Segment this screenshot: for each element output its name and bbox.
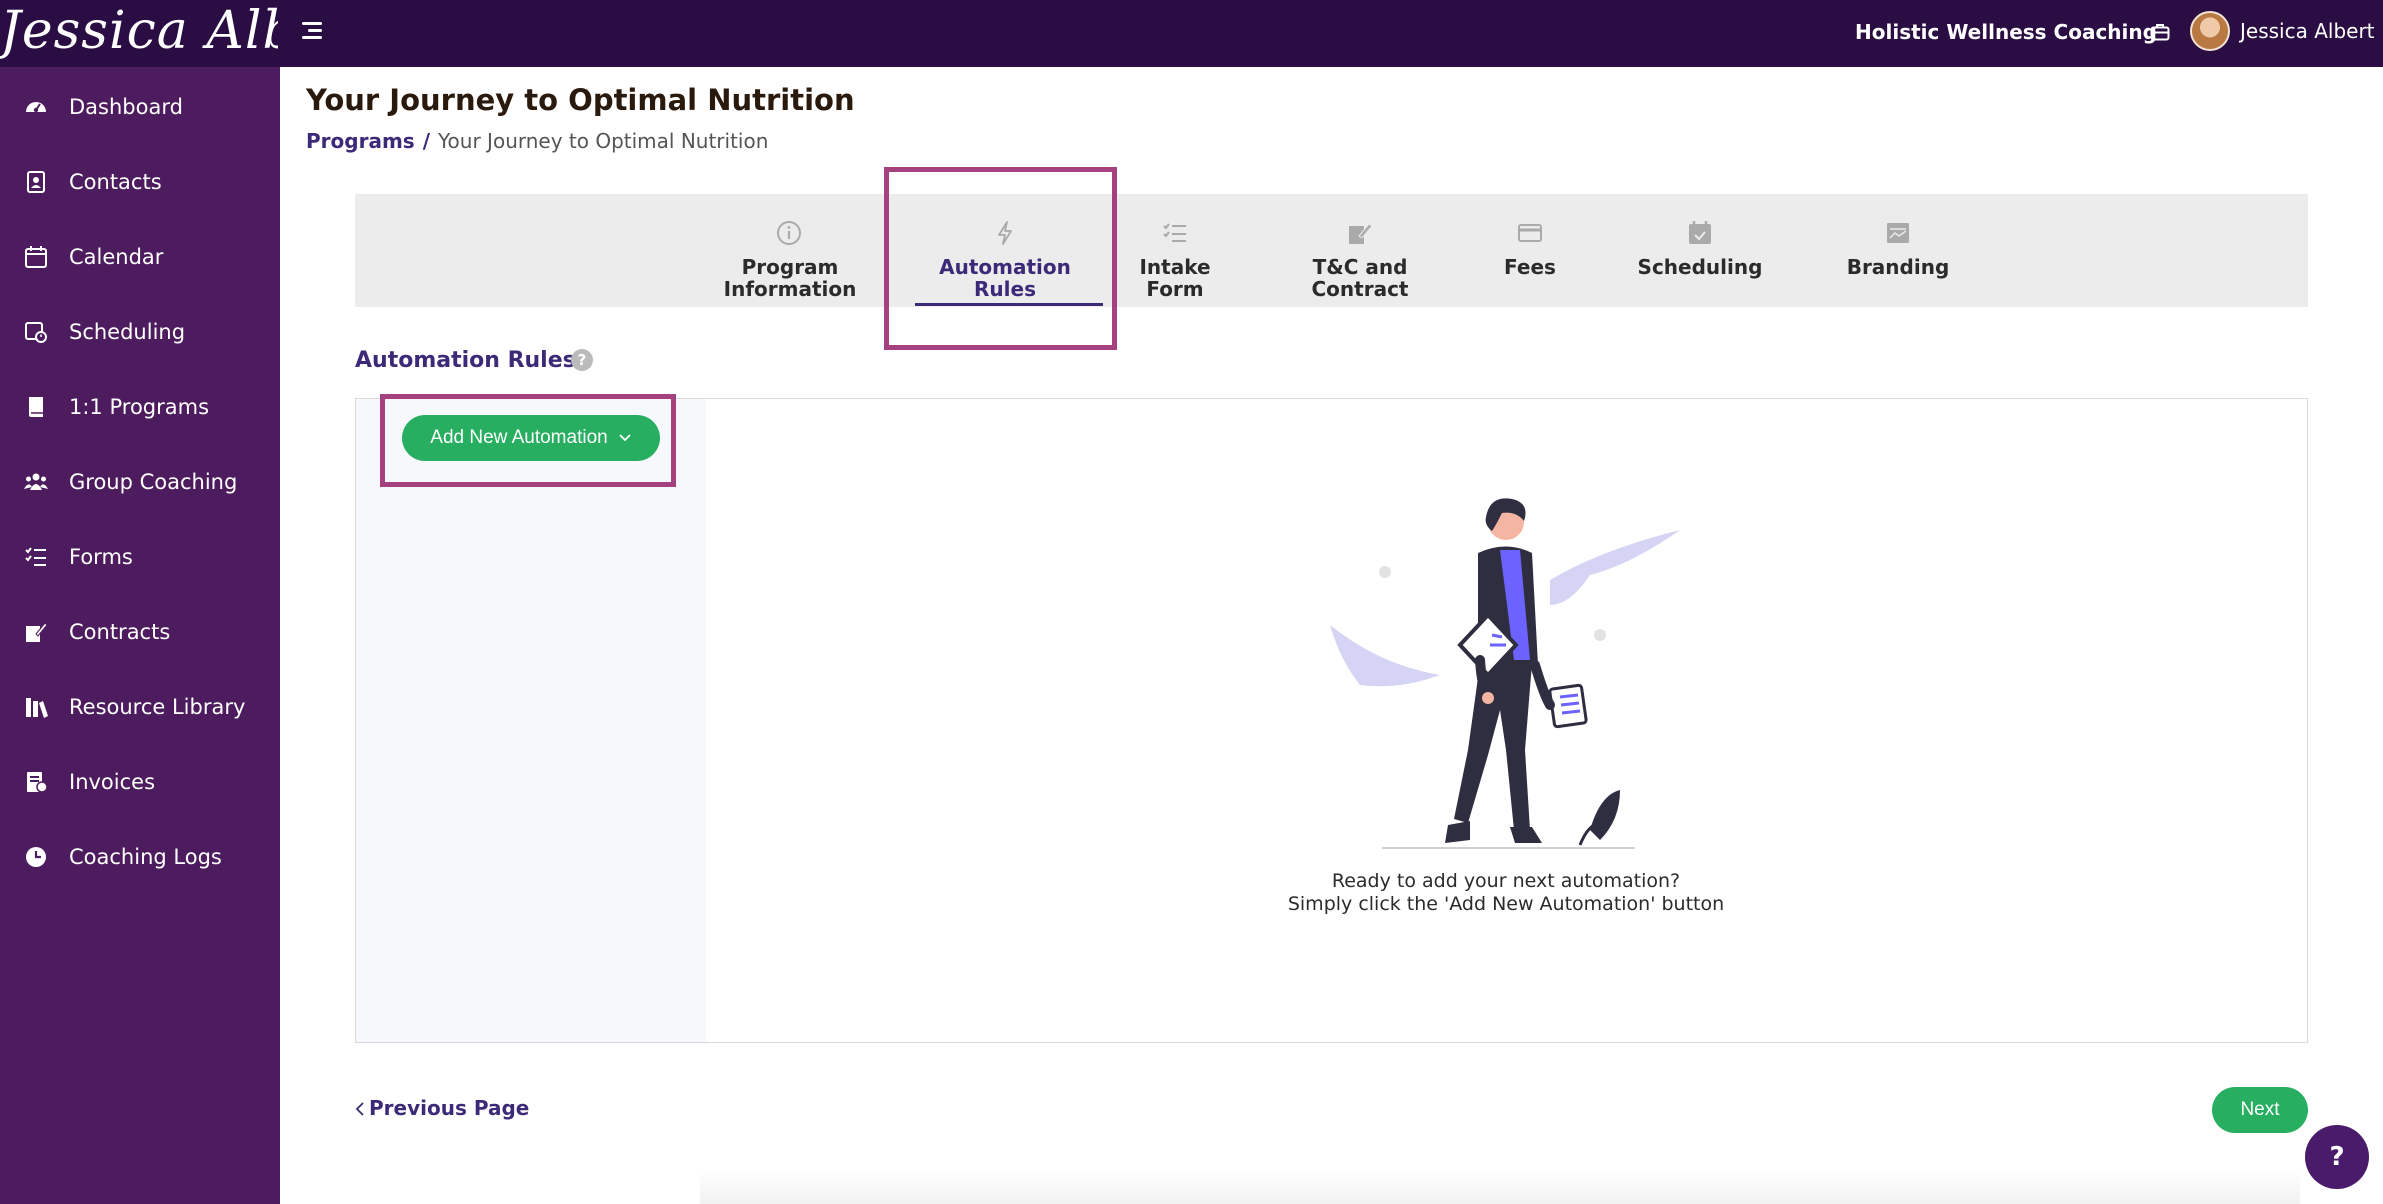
empty-state-line1: Ready to add your next automation? [1331,870,1681,892]
page-title: Your Journey to Optimal Nutrition [306,83,855,117]
sidebar-item-scheduling[interactable]: Scheduling [0,305,280,359]
group-icon [24,473,48,490]
tab-label-line2: Contract [1311,277,1409,301]
sidebar-item-label: Contacts [69,170,162,194]
chevron-left-icon [355,1102,364,1116]
sidebar-item-coaching-logs[interactable]: Coaching Logs [0,830,280,884]
top-bar: Jessica Albert Holistic Wellness Coachin… [0,0,2383,67]
tab-tc-and-contract[interactable]: T&C and Contract [1300,194,1420,307]
tab-scheduling[interactable]: Scheduling [1625,194,1775,307]
automation-list-pane [356,399,706,1042]
active-tab-underline [915,303,1103,306]
checklist-icon [25,547,46,566]
avatar[interactable] [2190,11,2230,51]
tab-label-line1: Automation [939,255,1071,279]
empty-state-illustration [1330,498,1680,849]
sidebar-item-label: 1:1 Programs [69,395,210,419]
empty-state-message: Ready to add your next automation? Simpl… [1200,870,1812,916]
menu-toggle-icon[interactable] [302,22,326,44]
tab-label-line1: Program [741,255,839,279]
program-tabs: Program Information Automation Rules Intak… [355,194,2308,307]
tab-label-line1: Intake [1139,255,1211,279]
help-question-icon[interactable]: ? [571,349,593,371]
previous-page-link[interactable]: Previous Page [355,1096,529,1120]
tab-label-line1: Branding [1846,255,1950,279]
tab-label-line2: Rules [974,277,1036,301]
breadcrumb-current: Your Journey to Optimal Nutrition [438,129,769,153]
sidebar: Dashboard Contacts Calendar Scheduling 1… [0,67,280,1204]
book-icon [29,397,43,417]
business-name[interactable]: Holistic Wellness Coaching [1855,20,2157,44]
sidebar-item-label: Forms [69,545,133,569]
previous-page-label: Previous Page [369,1096,530,1120]
sidebar-item-invoices[interactable]: Invoices [0,755,280,809]
tab-intake-form[interactable]: Intake Form [1125,194,1225,307]
breadcrumb-separator: / [422,129,430,153]
credit-card-icon [1518,224,1542,242]
bottom-shadow [700,1170,2300,1204]
sidebar-item-resource-library[interactable]: Resource Library [0,680,280,734]
sidebar-item-label: Invoices [69,770,156,794]
sidebar-item-contacts[interactable]: Contacts [0,155,280,209]
dashboard-icon [26,102,46,113]
section-title: Automation Rules [355,348,576,373]
sidebar-item-contracts[interactable]: Contracts [0,605,280,659]
tab-label-line1: Scheduling [1637,255,1763,279]
library-icon [26,698,48,718]
breadcrumb: Programs / Your Journey to Optimal Nutriti… [306,129,768,153]
sidebar-item-forms[interactable]: Forms [0,530,280,584]
contract-icon [1349,223,1373,244]
logo[interactable]: Jessica Albert [0,0,278,66]
sidebar-item-calendar[interactable]: Calendar [0,230,280,284]
chevron-down-icon [619,434,631,442]
sidebar-item-label: Group Coaching [69,470,238,494]
clock-icon [26,847,46,867]
sidebar-item-label: Resource Library [69,695,246,719]
branding-icon [1887,223,1909,243]
tab-fees[interactable]: Fees [1485,194,1575,307]
signature-icon [26,622,48,642]
sidebar-item-label: Dashboard [69,95,183,119]
tab-branding[interactable]: Branding [1833,194,1963,307]
next-button[interactable]: Next [2212,1087,2308,1133]
calendar-check-icon [1689,221,1711,244]
tab-label-line1: T&C and [1312,255,1408,279]
add-new-automation-button[interactable]: Add New Automation [402,415,660,461]
tab-label-line2: Form [1146,277,1204,301]
tab-label-line1: Fees [1504,255,1556,279]
scheduling-icon [25,322,47,343]
help-fab-button[interactable]: ? [2305,1125,2369,1189]
contacts-icon [27,171,45,193]
invoice-icon [27,772,48,793]
sidebar-item-group-coaching[interactable]: Group Coaching [0,455,280,509]
sidebar-item-label: Scheduling [69,320,186,344]
sidebar-item-dashboard[interactable]: Dashboard [0,80,280,134]
breadcrumb-programs-link[interactable]: Programs [306,129,415,153]
sidebar-item-label: Contracts [69,620,171,644]
info-icon [777,221,801,245]
add-new-automation-label: Add New Automation [430,427,608,448]
calendar-icon [25,246,47,268]
sidebar-item-label: Calendar [69,245,164,269]
tab-program-information[interactable]: Program Information [710,194,870,307]
empty-state-line2: Simply click the 'Add New Automation' bu… [1287,893,1725,915]
tab-automation-rules[interactable]: Automation Rules [907,194,1103,307]
lightning-icon [998,221,1012,245]
checklist-icon [1163,223,1186,242]
tab-label-line2: Information [723,277,857,301]
sidebar-item-1-1-programs[interactable]: 1:1 Programs [0,380,280,434]
user-name[interactable]: Jessica Albert [2240,19,2375,43]
sidebar-item-label: Coaching Logs [69,845,222,869]
briefcase-icon[interactable] [2150,23,2170,41]
